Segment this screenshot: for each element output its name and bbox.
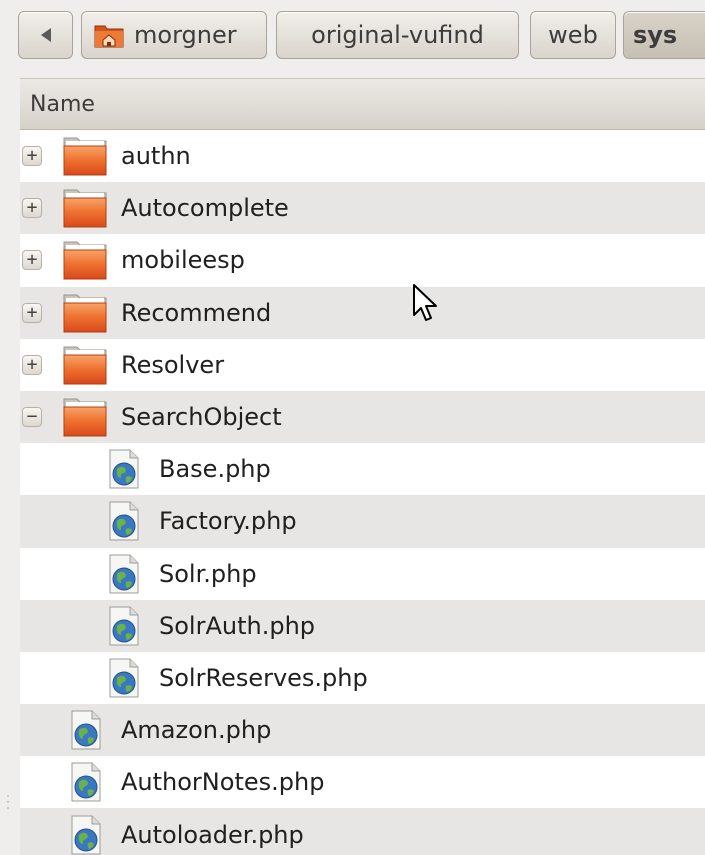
folder-icon [62,396,108,438]
left-triangle-icon [40,28,51,42]
php-file-icon [70,762,102,802]
crumb-web-button[interactable]: web [530,11,616,59]
list-item-label: SearchObject [121,403,282,432]
folder-icon [62,344,108,386]
path-back-button[interactable] [18,11,73,59]
list-item[interactable]: Solr.php [20,547,705,600]
list-item-label: Resolver [121,350,225,379]
crumb-sys-button[interactable]: sys [623,11,705,59]
home-folder-icon [94,22,124,48]
list-item[interactable]: Base.php [20,443,705,496]
list-item[interactable]: AuthorNotes.php [20,756,705,809]
list-item-label: SolrAuth.php [159,611,316,640]
list-item-label: AuthorNotes.php [121,768,325,797]
list-item-label: Base.php [159,455,271,484]
collapse-icon[interactable]: − [22,407,42,428]
mouse-pointer-icon [413,284,437,321]
name-column-label: Name [30,91,95,117]
php-file-icon [108,501,140,541]
list-item[interactable]: SolrAuth.php [20,599,705,652]
list-item[interactable]: Autoloader.php [20,808,705,855]
php-file-icon [70,815,102,855]
list-item[interactable]: + Resolver [20,338,705,391]
name-column-header[interactable]: Name [20,78,705,130]
crumb-home-button[interactable]: morgner [81,11,267,59]
expand-icon[interactable]: + [22,146,42,167]
list-item-label: authn [121,142,191,171]
list-item[interactable]: SolrReserves.php [20,651,705,705]
folder-icon [62,135,108,177]
crumb-web-label: web [548,21,598,49]
expand-icon[interactable]: + [22,250,42,271]
list-item-label: Solr.php [159,559,257,588]
folder-icon [62,292,108,334]
list-item-label: Autocomplete [121,194,289,223]
expand-icon[interactable]: + [22,302,42,323]
list-item[interactable]: + Autocomplete [20,182,705,235]
list-item[interactable]: Amazon.php [20,704,705,757]
expand-icon[interactable]: + [22,198,42,219]
expand-icon[interactable]: + [22,354,42,375]
crumb-home-label: morgner [134,21,237,49]
list-item-label: Amazon.php [121,716,272,745]
path-bar: morgner original-vufind web sys [0,0,705,78]
list-item-label: mobileesp [121,246,245,275]
list-item-label: Factory.php [159,507,297,536]
php-file-icon [108,554,140,594]
list-item[interactable]: Factory.php [20,495,705,548]
php-file-icon [108,606,140,646]
php-file-icon [70,710,102,750]
crumb-sys-label: sys [633,21,678,49]
list-item[interactable]: + authn [20,130,705,183]
php-file-icon [108,449,140,489]
crumb-original-vufind-button[interactable]: original-vufind [276,11,519,59]
php-file-icon [108,658,140,698]
list-item-label: Recommend [121,298,272,327]
crumb-original-vufind-label: original-vufind [311,21,484,49]
resize-grip-icon[interactable] [5,792,11,832]
list-item[interactable]: − SearchObject [20,390,705,444]
folder-icon [62,187,108,229]
file-rows: + authn + Autocomplete + mobileesp + Recommend +… [20,130,705,855]
folder-icon [62,239,108,281]
list-item-label: SolrReserves.php [159,663,368,692]
file-manager-window: morgner original-vufind web sys Name + au… [0,0,705,855]
list-item-label: Autoloader.php [121,820,304,849]
file-list-view[interactable]: Name + authn + Autocomplete + mobileesp + Recom… [20,78,705,855]
list-item[interactable]: + Recommend [20,286,705,339]
list-item[interactable]: + mobileesp [20,234,705,287]
